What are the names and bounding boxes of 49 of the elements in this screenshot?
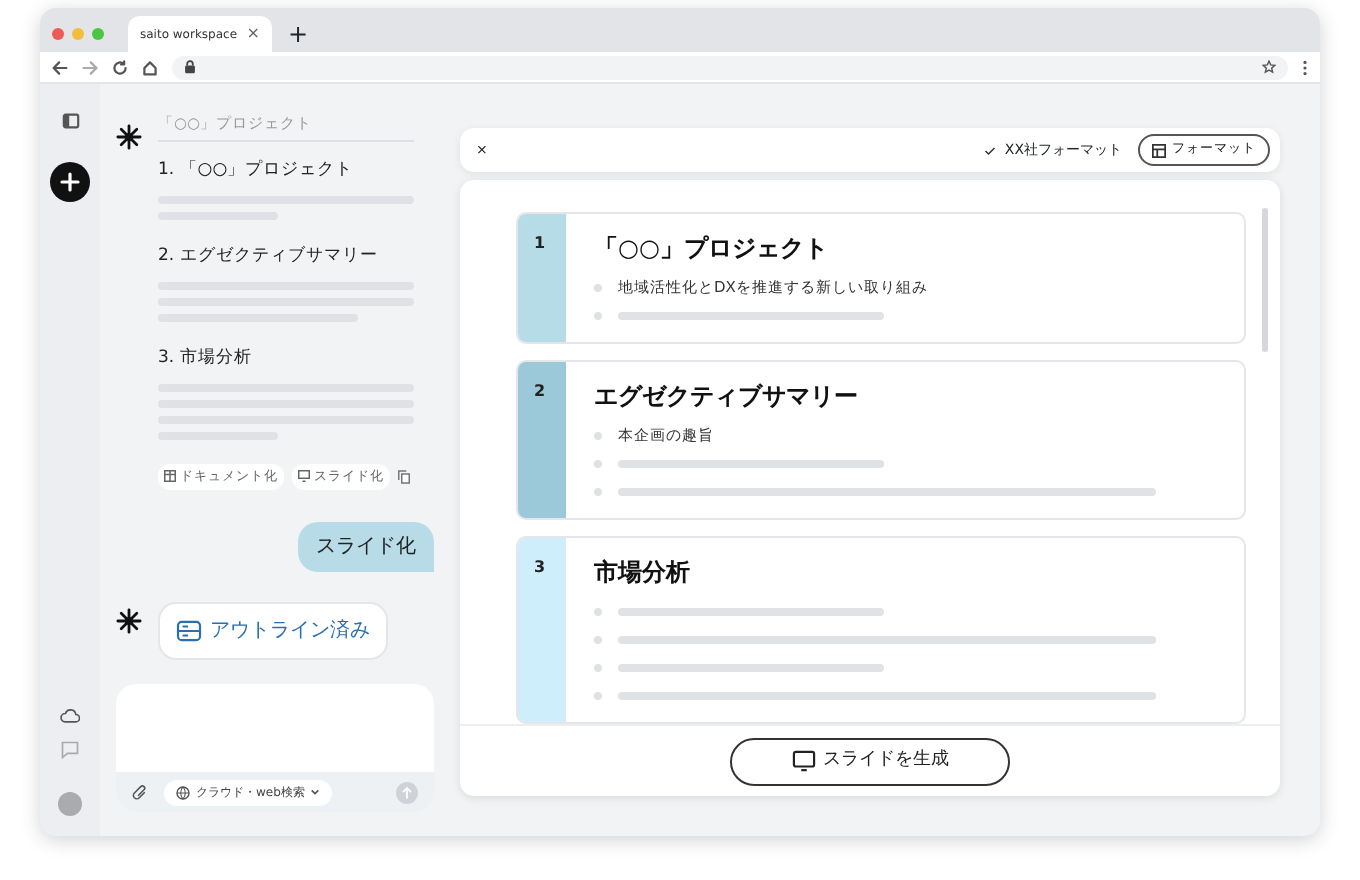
bookmark-star-icon[interactable]: [1262, 60, 1276, 74]
outline-section-title: 3. 市場分析: [158, 345, 254, 371]
outline-section-title: 2. エグゼクティブサマリー: [158, 244, 380, 270]
minimize-window-dot[interactable]: [72, 28, 84, 40]
tab-close-button[interactable]: ×: [246, 22, 260, 46]
bullet-dot: [594, 608, 602, 616]
bullet-dot: [594, 664, 602, 672]
slide-number: 1: [518, 214, 566, 342]
home-icon[interactable]: [142, 59, 158, 75]
slide-number: 3: [518, 538, 566, 722]
slide-number: 2: [518, 362, 566, 518]
assistant-sparkle-icon: [116, 124, 142, 150]
cloud-icon[interactable]: [60, 708, 80, 724]
outline-card-icon: [176, 620, 202, 643]
bullet-dot: [594, 284, 602, 292]
maximize-window-dot[interactable]: [92, 28, 104, 40]
monitor-icon: [791, 750, 815, 772]
new-chat-icon[interactable]: [50, 162, 90, 202]
close-window-dot[interactable]: [52, 28, 64, 40]
copy-icon[interactable]: [398, 469, 410, 484]
outline-section-title: 1. 「○○」プロジェクト: [158, 158, 356, 184]
document-icon: [164, 470, 176, 483]
bullet-dot: [594, 460, 602, 468]
back-icon[interactable]: [52, 59, 68, 75]
assistant-sparkle-icon: [116, 608, 142, 635]
slide-title: 「○○」プロジェクト: [594, 232, 830, 266]
bullet-dot: [594, 488, 602, 496]
lock-icon: [184, 60, 196, 74]
slide-title: 市場分析: [594, 556, 692, 590]
reload-icon[interactable]: [112, 59, 128, 75]
generate-slides-button[interactable]: スライドを生成: [730, 737, 1010, 785]
user-message: スライド化: [298, 522, 434, 573]
slide-title: エグゼクティブサマリー: [594, 380, 860, 414]
outline-status-chip[interactable]: アウトライン済み: [158, 602, 388, 661]
bullet-dot: [594, 692, 602, 700]
more-menu-icon[interactable]: [1302, 59, 1308, 75]
bullet-dot: [594, 312, 602, 320]
check-icon: [984, 145, 997, 155]
caret-icon: [310, 788, 321, 796]
table-icon: [1152, 143, 1166, 157]
bullet-dot: [594, 432, 602, 440]
monitor-icon: [298, 470, 310, 483]
scrollbar-thumb[interactable]: [1262, 208, 1268, 352]
globe-icon: [176, 785, 190, 799]
sidebar-toggle-icon[interactable]: [61, 112, 79, 130]
new-tab-button[interactable]: +: [288, 16, 309, 52]
bullet-dot: [594, 636, 602, 644]
slide-card[interactable]: 3 市場分析: [516, 536, 1246, 724]
paperclip-icon[interactable]: [132, 783, 148, 801]
